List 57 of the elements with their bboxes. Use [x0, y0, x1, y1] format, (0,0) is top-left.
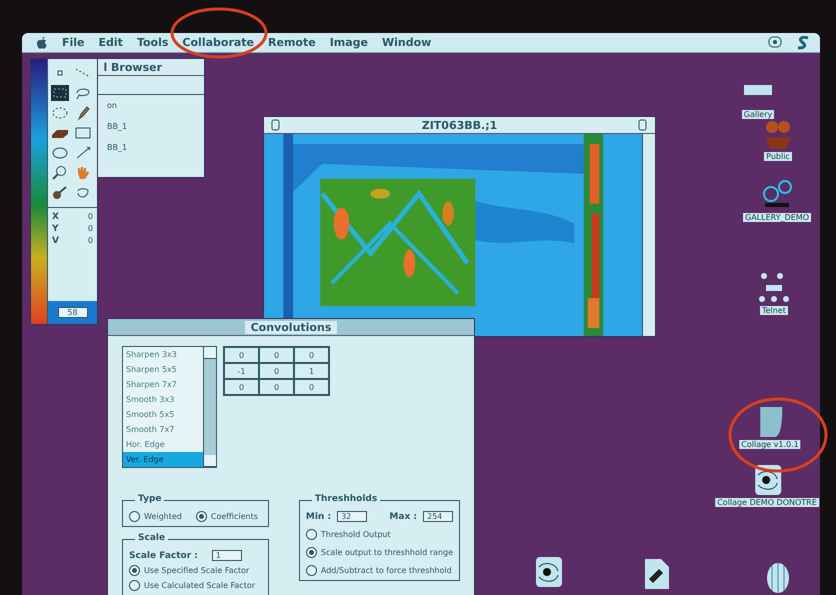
- icon-label[interactable]: Gallery: [742, 110, 774, 119]
- matrix-cell[interactable]: 0: [294, 379, 329, 395]
- menu-item[interactable]: Image: [330, 36, 368, 49]
- list-item[interactable]: Smooth 5x5: [123, 407, 203, 422]
- matrix-cell[interactable]: 0: [259, 347, 294, 363]
- coordinate-label: Y: [52, 224, 59, 234]
- matrix-cell[interactable]: 0: [224, 379, 259, 395]
- group-title: Type: [135, 494, 164, 504]
- field-label: Min :: [306, 512, 332, 522]
- file-name[interactable]: BB_1: [107, 122, 204, 131]
- list-item[interactable]: Smooth 7x7: [123, 422, 203, 437]
- menu-item[interactable]: File: [62, 36, 85, 49]
- menu-item[interactable]: Collaborate: [182, 36, 254, 49]
- file-name[interactable]: on: [107, 101, 204, 110]
- icon-label[interactable]: Public: [764, 152, 792, 161]
- option-label[interactable]: Threshold Output: [320, 530, 391, 539]
- coordinate-value: 0: [88, 212, 93, 222]
- option-label[interactable]: Scale output to threshhold range: [320, 548, 453, 557]
- input-field[interactable]: 1: [212, 550, 242, 561]
- field-label: Scale Factor :: [129, 550, 198, 560]
- matrix-cell[interactable]: 1: [294, 363, 329, 379]
- input-field[interactable]: 254: [423, 511, 453, 522]
- input-field[interactable]: 32: [337, 511, 368, 522]
- option-label[interactable]: Add/Subtract to force threshhold: [320, 566, 452, 575]
- window-title: Convolutions: [244, 320, 338, 334]
- menu-item[interactable]: Edit: [98, 36, 123, 49]
- field-label: Max :: [389, 512, 417, 522]
- coordinate-value: 0: [88, 224, 93, 234]
- list-item[interactable]: Sharpen 7x7: [123, 377, 203, 392]
- list-item[interactable]: Hor. Edge: [123, 437, 203, 452]
- coordinate-label: V: [52, 236, 59, 246]
- menu-item[interactable]: Tools: [136, 36, 168, 49]
- value-field[interactable]: 58: [58, 307, 88, 318]
- list-item[interactable]: Smooth 3x3: [123, 392, 203, 407]
- group-title: Threshholds: [312, 494, 380, 504]
- coordinate-value: 0: [88, 236, 93, 246]
- icon-label[interactable]: Collage DEMO DONOTRE: [715, 498, 819, 507]
- list-item[interactable]: Sharpen 3x3: [123, 347, 203, 362]
- group-title: Scale: [135, 533, 168, 543]
- option-label[interactable]: Weighted: [144, 512, 182, 521]
- coordinate-label: X: [52, 212, 59, 222]
- matrix-cell[interactable]: 0: [224, 347, 259, 363]
- icon-label[interactable]: GALLERY_DEMO: [743, 213, 811, 222]
- menu-item[interactable]: Remote: [268, 36, 316, 49]
- matrix-cell[interactable]: 0: [259, 363, 294, 379]
- list-item[interactable]: Sharpen 5x5: [123, 362, 203, 377]
- matrix-cell[interactable]: 0: [294, 347, 329, 363]
- icon-label[interactable]: Collage v1.0.1: [739, 440, 801, 449]
- list-item[interactable]: Ver. Edge: [123, 452, 203, 467]
- matrix-cell[interactable]: 0: [259, 379, 294, 395]
- file-name[interactable]: BB_1: [107, 143, 204, 152]
- matrix-cell[interactable]: -1: [224, 363, 259, 379]
- menu-item[interactable]: Window: [382, 36, 432, 49]
- icon-label[interactable]: Telnet: [760, 306, 788, 315]
- option-label[interactable]: Use Calculated Scale Factor: [144, 581, 256, 590]
- option-label[interactable]: Use Specified Scale Factor: [144, 566, 250, 575]
- option-label[interactable]: Coefficients: [210, 512, 258, 521]
